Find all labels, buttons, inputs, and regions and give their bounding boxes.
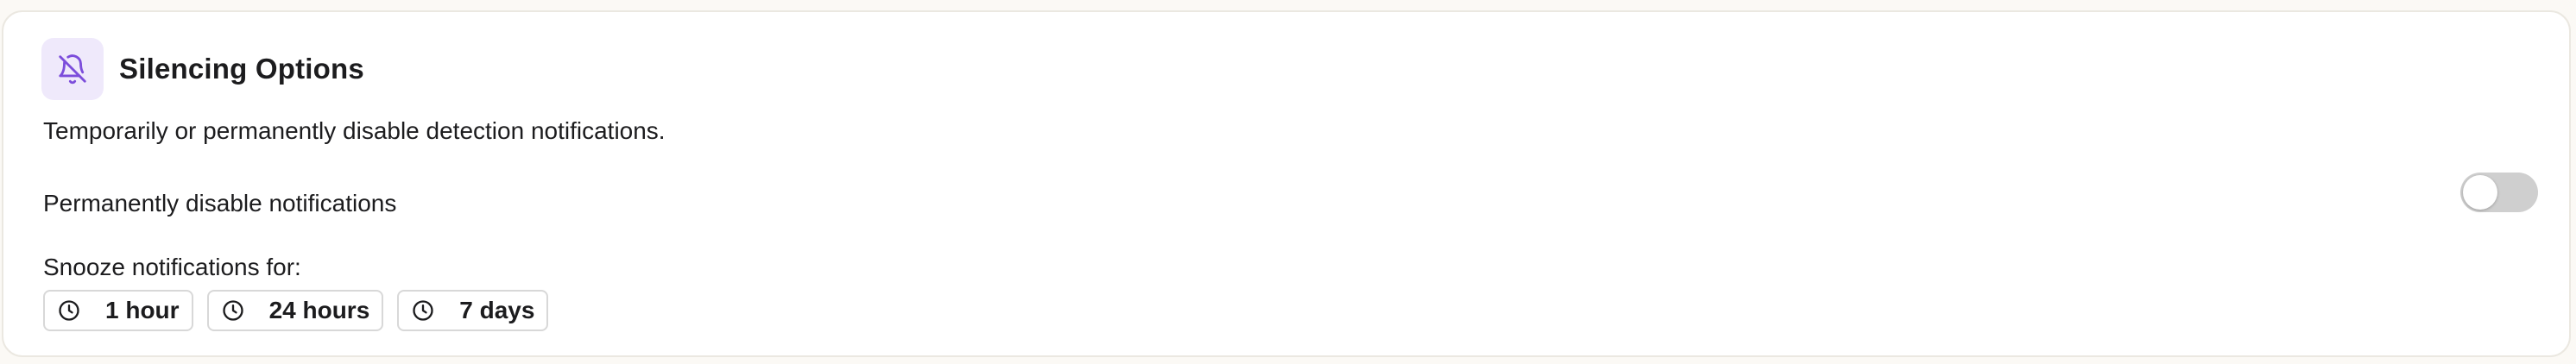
clock-icon [221, 298, 245, 323]
permanent-disable-toggle[interactable] [2460, 173, 2538, 212]
toggle-knob [2463, 175, 2497, 210]
snooze-7-days-button[interactable]: 7 days [397, 290, 549, 331]
snooze-option-label: 7 days [459, 297, 535, 323]
snooze-option-label: 1 hour [105, 297, 180, 323]
bell-off-icon [41, 38, 104, 100]
snooze-options: 1 hour 24 hours 7 days [43, 290, 549, 331]
panel-title: Silencing Options [119, 53, 364, 85]
snooze-option-label: 24 hours [268, 297, 370, 323]
snooze-label: Snooze notifications for: [43, 254, 301, 280]
silencing-options-card: Silencing Options Temporarily or permane… [2, 10, 2571, 357]
permanent-disable-label: Permanently disable notifications [43, 190, 397, 217]
clock-icon [57, 298, 81, 323]
card-header: Silencing Options [41, 38, 364, 100]
clock-icon [411, 298, 435, 323]
snooze-1-hour-button[interactable]: 1 hour [43, 290, 193, 331]
panel-description: Temporarily or permanently disable detec… [43, 117, 666, 144]
snooze-24-hours-button[interactable]: 24 hours [206, 290, 384, 331]
